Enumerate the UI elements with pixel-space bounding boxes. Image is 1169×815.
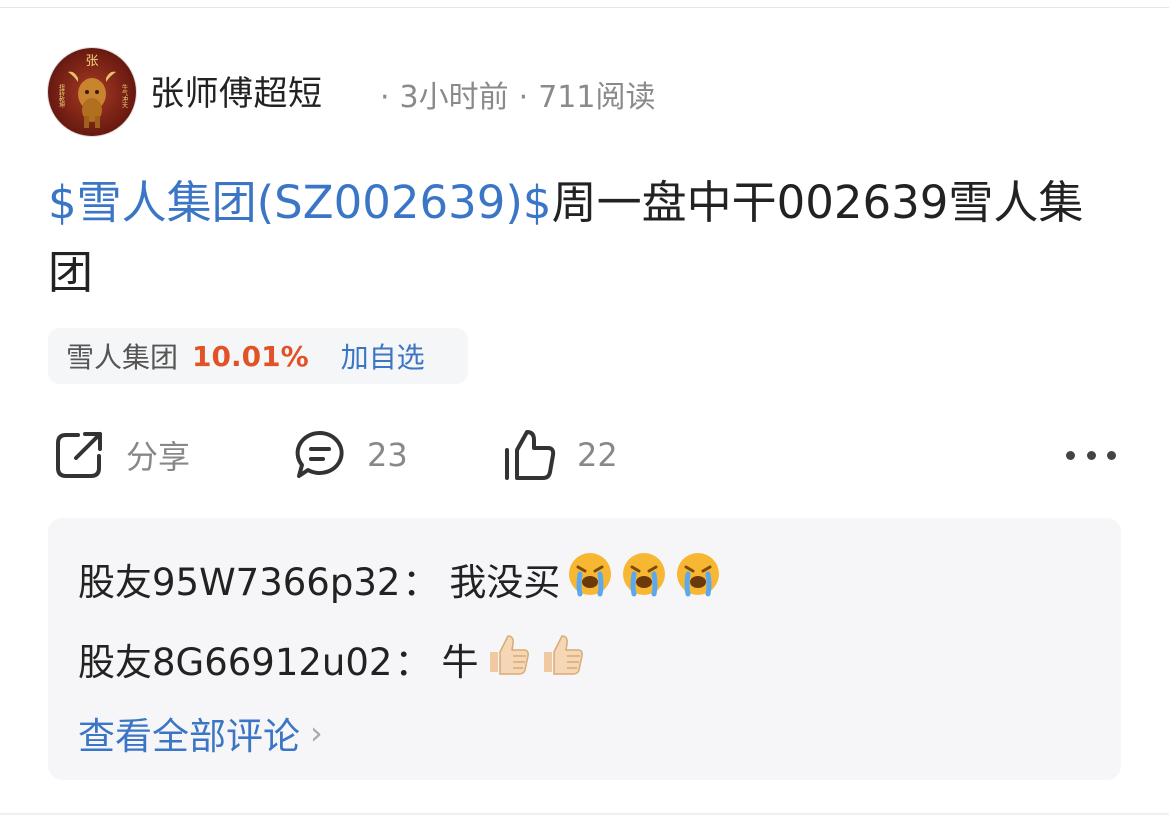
svg-text:张: 张 xyxy=(85,54,98,69)
top-divider xyxy=(0,7,1169,8)
chevron-right-icon: › xyxy=(310,714,323,752)
comment-separator: ： xyxy=(394,640,432,684)
comment-item[interactable]: 股友8G66912u02：牛 xyxy=(78,630,586,687)
share-icon xyxy=(52,428,106,482)
comment-user[interactable]: 股友95W7366p32 xyxy=(78,552,400,606)
comment-icon xyxy=(293,428,347,482)
stock-change: 10.01% xyxy=(192,339,309,373)
avatar[interactable]: 张 扭转乾坤 牛气冲天 xyxy=(48,48,136,136)
meta-separator: · xyxy=(518,80,529,115)
more-dot xyxy=(1086,450,1096,460)
comment-button[interactable]: 23 xyxy=(293,428,408,482)
comment-item[interactable]: 股友95W7366p32：我没买 xyxy=(78,550,722,607)
share-label: 分享 xyxy=(126,438,191,476)
thumbs-up-emoji-icon xyxy=(538,630,586,687)
post-meta: · 3小时前 · 711阅读 xyxy=(370,72,655,116)
thumbs-up-icon xyxy=(503,428,557,482)
stock-name: 雪人集团 xyxy=(66,341,179,374)
post-content: $雪人集团(SZ002639)$周一盘中干002639雪人集团 xyxy=(48,168,1108,308)
more-icon[interactable] xyxy=(1066,443,1116,467)
post-time: 3小时前 xyxy=(399,80,509,115)
comment-user[interactable]: 股友8G66912u02 xyxy=(78,632,392,686)
like-count: 22 xyxy=(577,436,618,474)
more-dot xyxy=(1066,450,1075,460)
svg-text:扭转乾坤: 扭转乾坤 xyxy=(58,83,65,109)
view-all-comments-link[interactable]: 查看全部评论 › xyxy=(78,706,323,760)
crying-face-icon xyxy=(620,550,668,607)
comments-preview: 股友95W7366p32：我没买 股友8G66912u02 ： 牛 查看全部评论… xyxy=(48,518,1121,780)
comment-text: 牛 xyxy=(441,640,479,684)
svg-text:牛气冲天: 牛气冲天 xyxy=(121,83,128,109)
author-name[interactable]: 张师傅超短 xyxy=(150,66,323,115)
comment-count: 23 xyxy=(367,436,408,474)
comment-text: 我没买 xyxy=(449,560,561,604)
share-button[interactable]: 分享 xyxy=(52,428,190,482)
stock-chip[interactable]: 雪人集团 10.01% 加自选 xyxy=(48,328,468,384)
read-count: 711阅读 xyxy=(538,80,656,115)
crying-face-icon xyxy=(674,550,722,607)
crying-face-icon xyxy=(566,550,614,607)
comment-separator: ： xyxy=(402,560,440,604)
more-dot xyxy=(1107,450,1116,460)
thumbs-up-emoji-icon xyxy=(484,630,532,687)
add-watchlist-button[interactable]: 加自选 xyxy=(341,336,425,376)
meta-separator: · xyxy=(380,80,390,115)
stock-link[interactable]: $雪人集团(SZ002639)$ xyxy=(48,176,552,229)
view-all-label: 查看全部评论 xyxy=(78,715,300,758)
like-button[interactable]: 22 xyxy=(503,428,618,482)
